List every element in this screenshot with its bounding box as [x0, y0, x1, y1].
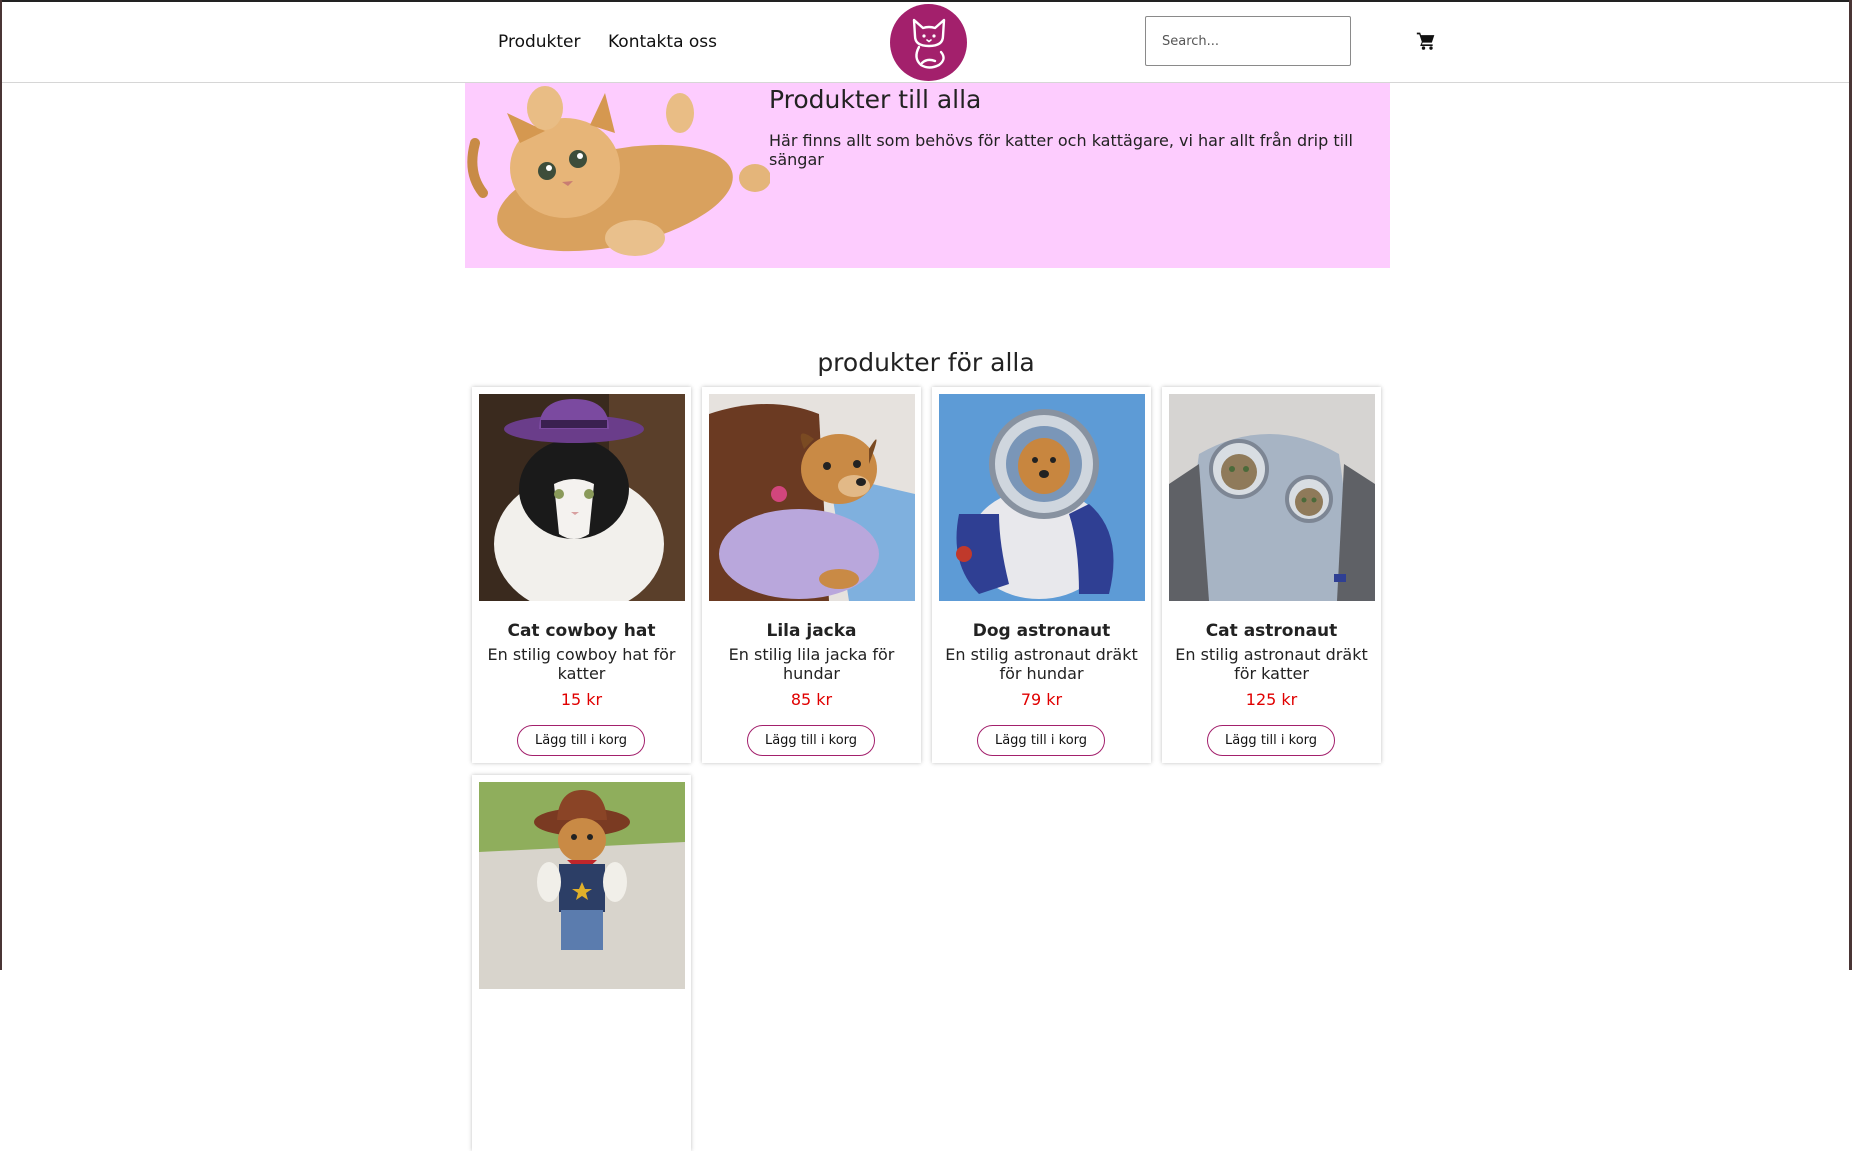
product-description: En stilig astronaut dräkt för hundar [945, 645, 1138, 683]
cat-logo-icon[interactable] [890, 4, 967, 81]
hero-kitten-image [467, 86, 770, 256]
product-card: Cat cowboy hat En stilig cowboy hat för … [472, 387, 691, 763]
site-header: Produkter Kontakta oss [2, 2, 1849, 83]
product-name: Cat astronaut [1205, 621, 1338, 641]
nav-link-kontakta-oss[interactable]: Kontakta oss [608, 32, 717, 52]
product-price: 15 kr [560, 690, 603, 709]
hero-title: Produkter till alla [769, 85, 982, 114]
shopping-cart-icon[interactable] [1416, 31, 1436, 51]
product-name: Cat cowboy hat [507, 621, 656, 641]
product-image [479, 782, 685, 989]
product-price: 79 kr [1020, 690, 1063, 709]
product-price: 125 kr [1245, 690, 1298, 709]
product-image [709, 394, 915, 601]
add-to-cart-button[interactable]: Lägg till i korg [517, 725, 645, 756]
window-left-border [0, 0, 2, 970]
product-price: 85 kr [790, 690, 833, 709]
product-description: En stilig astronaut dräkt för katter [1175, 645, 1368, 683]
product-image [479, 394, 685, 601]
add-to-cart-button[interactable]: Lägg till i korg [1207, 725, 1335, 756]
product-card: Lila jacka En stilig lila jacka för hund… [702, 387, 921, 763]
product-image [939, 394, 1145, 601]
product-name: Dog astronaut [972, 621, 1111, 641]
cat-logo-svg [912, 18, 945, 69]
products-section-title: produkter för alla [817, 348, 1035, 377]
product-name: Lila jacka [766, 621, 857, 641]
product-image [1169, 394, 1375, 601]
product-card [472, 775, 691, 1151]
nav-link-produkter[interactable]: Produkter [498, 32, 581, 52]
hero-text: Här finns allt som behövs för katter och… [769, 131, 1353, 169]
product-description: En stilig cowboy hat för katter [487, 645, 676, 683]
product-card: Cat astronaut En stilig astronaut dräkt … [1162, 387, 1381, 763]
product-description: En stilig lila jacka för hundar [728, 645, 895, 683]
product-card: Dog astronaut En stilig astronaut dräkt … [932, 387, 1151, 763]
search-input[interactable] [1145, 16, 1351, 66]
add-to-cart-button[interactable]: Lägg till i korg [747, 725, 875, 756]
hero-banner: Produkter till alla Här finns allt som b… [465, 83, 1390, 268]
add-to-cart-button[interactable]: Lägg till i korg [977, 725, 1105, 756]
